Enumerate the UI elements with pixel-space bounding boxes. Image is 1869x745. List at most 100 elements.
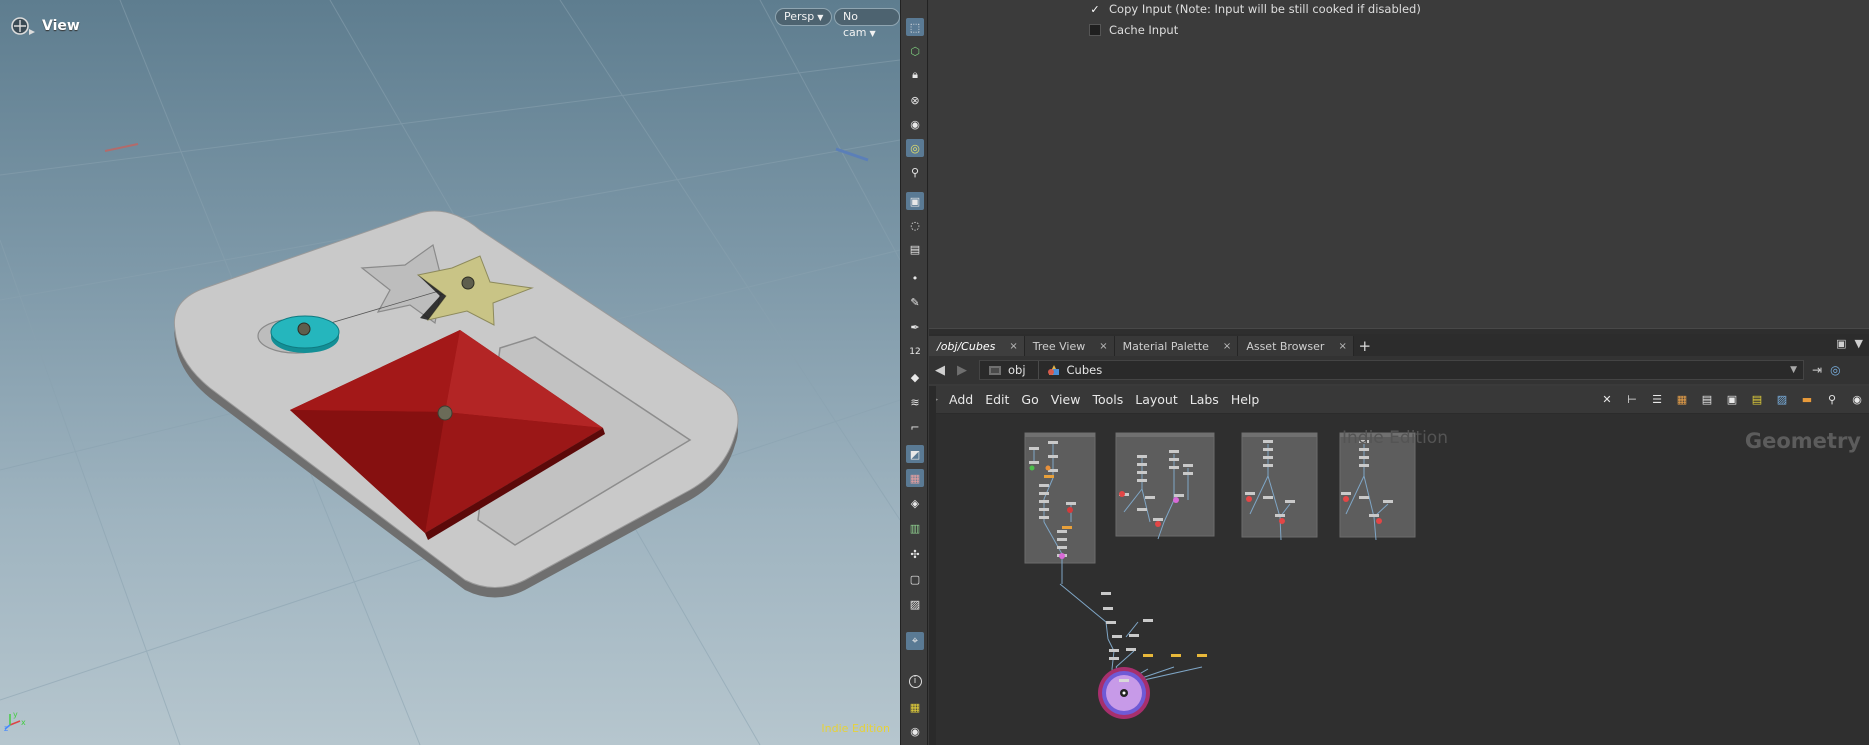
search-icon[interactable]: ⚲ <box>1824 392 1840 408</box>
shape-palette-icon[interactable]: ▤ <box>1699 392 1715 408</box>
eye-icon[interactable]: ◉ <box>1849 392 1865 408</box>
close-icon[interactable]: × <box>1099 341 1107 352</box>
camera-pin-icon: ⚲ <box>910 165 920 179</box>
diamond-button[interactable]: ◈ <box>906 494 924 512</box>
color-palette-icon[interactable]: ▦ <box>1674 392 1690 408</box>
film-button[interactable]: ▥ <box>906 519 924 537</box>
tag-button[interactable]: ◆ <box>906 368 924 386</box>
brush-button[interactable]: ✎ <box>906 293 924 311</box>
point-button[interactable]: • <box>906 269 924 287</box>
viewport-header: View <box>10 16 80 36</box>
chevron-down-icon[interactable]: ▼ <box>1855 337 1863 350</box>
scene-viewport[interactable]: View Persp ▼ No cam ▼ x y z Indie Edition <box>0 0 900 745</box>
menu-help[interactable]: Help <box>1225 392 1266 407</box>
select-tool-button[interactable]: ⬚ <box>906 18 924 36</box>
camera-pin-button[interactable]: ⚲ <box>906 163 924 181</box>
parameter-pane: ✓ Copy Input (Note: Input will be still … <box>929 0 1869 328</box>
info-button[interactable]: i <box>906 672 924 690</box>
sphere-shade-button[interactable]: ◉ <box>906 115 924 133</box>
light-view-button[interactable]: ▣ <box>906 192 924 210</box>
menu-edit[interactable]: Edit <box>979 392 1015 407</box>
geometry-select-icon: ⬡ <box>910 44 920 58</box>
menu-tools[interactable]: Tools <box>1086 392 1129 407</box>
cache-input-checkbox[interactable] <box>1089 24 1101 36</box>
pane-layout-icon[interactable]: ▣ <box>1836 337 1846 350</box>
network-toolbar: ✕ ⊢ ☰ ▦ ▤ ▣ ▤ ▨ ▬ ⚲ ◉ <box>1599 392 1869 408</box>
lock-icon: 🔒︎ <box>912 68 918 81</box>
axis-gizmo-icon: x y z <box>4 711 26 731</box>
menu-add[interactable]: Add <box>943 392 979 407</box>
transform-button[interactable]: ✣ <box>906 545 924 563</box>
image-icon[interactable]: ▨ <box>1774 392 1790 408</box>
link-icon[interactable]: ◎ <box>1830 363 1840 377</box>
shade-button[interactable]: ◩ <box>906 445 924 463</box>
sticky-note-icon[interactable]: ▤ <box>1749 392 1765 408</box>
pen-button[interactable]: ✒ <box>906 318 924 336</box>
eye-icon: ◉ <box>910 724 920 738</box>
path-bar: ◀ ▶ obj Cubes ▼ ⇥ ◎ <box>929 356 1869 384</box>
close-icon[interactable]: × <box>1223 341 1231 352</box>
chevron-down-icon[interactable]: ▼ <box>1790 365 1797 375</box>
stack-icon: ≋ <box>910 395 920 409</box>
number-button[interactable]: 12 <box>906 343 924 361</box>
lock-button[interactable]: 🔒︎ <box>906 66 924 84</box>
houdini-window: View Persp ▼ No cam ▼ x y z Indie Edition … <box>0 0 1869 745</box>
breadcrumb-obj[interactable]: obj <box>980 361 1039 379</box>
pane-options: ▣ ▼ <box>1836 337 1863 350</box>
list-view-icon[interactable]: ☰ <box>1649 392 1665 408</box>
tab-asset-browser[interactable]: Asset Browser × <box>1238 336 1354 356</box>
camera-view-dropdown[interactable]: Persp ▼ <box>775 8 833 26</box>
menu-view[interactable]: View <box>1045 392 1087 407</box>
tab-network[interactable]: /obj/Cubes × <box>929 336 1025 356</box>
wrench-icon[interactable]: ✕ <box>1599 392 1615 408</box>
info-icon: i <box>908 674 922 688</box>
cache-input-row[interactable]: Cache Input <box>1089 23 1178 37</box>
menu-labs[interactable]: Labs <box>1184 392 1225 407</box>
snap-button[interactable]: ◎ <box>906 139 924 157</box>
network-box-icon[interactable]: ▣ <box>1724 392 1740 408</box>
forward-arrow-icon[interactable]: ▶ <box>951 363 973 378</box>
stack-button[interactable]: ≋ <box>906 393 924 411</box>
display-button[interactable]: ▢ <box>906 570 924 588</box>
menu-layout[interactable]: Layout <box>1129 392 1184 407</box>
camera-button[interactable]: ▤ <box>906 240 924 258</box>
visualizer-button[interactable]: ◌ <box>906 216 924 234</box>
eye-button[interactable]: ◉ <box>906 722 924 740</box>
menu-go[interactable]: Go <box>1015 392 1044 407</box>
snap-icon: ◎ <box>910 141 920 155</box>
tab-label: Asset Browser <box>1246 339 1325 353</box>
tree-icon[interactable]: ⊢ <box>1624 392 1640 408</box>
scene-render <box>0 0 900 745</box>
display-icon: ▢ <box>909 572 921 586</box>
close-icon[interactable]: × <box>1009 341 1017 352</box>
copy-input-row[interactable]: ✓ Copy Input (Note: Input will be still … <box>1089 2 1421 16</box>
breadcrumb-cubes[interactable]: Cubes <box>1039 361 1115 379</box>
network-menu-bar: ▸ Add Edit Go View Tools Layout Labs Hel… <box>929 386 1869 414</box>
close-icon[interactable]: × <box>1338 341 1346 352</box>
package-icon[interactable]: ▬ <box>1799 392 1815 408</box>
houdini-view-icon[interactable] <box>10 16 36 36</box>
tag-icon: ◆ <box>910 370 920 384</box>
camera-select-label: No cam <box>843 10 867 39</box>
grid-layout-button[interactable]: ▦ <box>906 698 924 716</box>
obj-icon <box>989 366 1001 375</box>
pin-icon[interactable]: ⇥ <box>1812 363 1822 377</box>
copy-input-label: Copy Input (Note: Input will be still co… <box>1109 2 1421 16</box>
breadcrumb-label: obj <box>1008 363 1026 377</box>
network-editor[interactable]: Indie Edition Geometry <box>936 414 1869 745</box>
location-icon: ⌖ <box>911 634 919 647</box>
corner-button[interactable]: ⌐ <box>906 418 924 436</box>
ghost-button[interactable]: ⊗ <box>906 91 924 109</box>
tab-material-palette[interactable]: Material Palette × <box>1114 336 1239 356</box>
tab-tree-view[interactable]: Tree View × <box>1024 336 1115 356</box>
add-tab-button[interactable]: + <box>1354 336 1376 356</box>
image-button[interactable]: ▨ <box>906 595 924 613</box>
pen-icon: ✒ <box>910 320 920 334</box>
camera-select-dropdown[interactable]: No cam ▼ <box>834 8 900 39</box>
location-button[interactable]: ⌖ <box>906 632 924 650</box>
back-arrow-icon[interactable]: ◀ <box>929 363 951 378</box>
ghost-icon: ⊗ <box>910 93 920 107</box>
copy-input-checkbox[interactable]: ✓ <box>1089 3 1101 16</box>
texture-button[interactable]: ▦ <box>906 469 924 487</box>
geometry-select-button[interactable]: ⬡ <box>906 42 924 60</box>
